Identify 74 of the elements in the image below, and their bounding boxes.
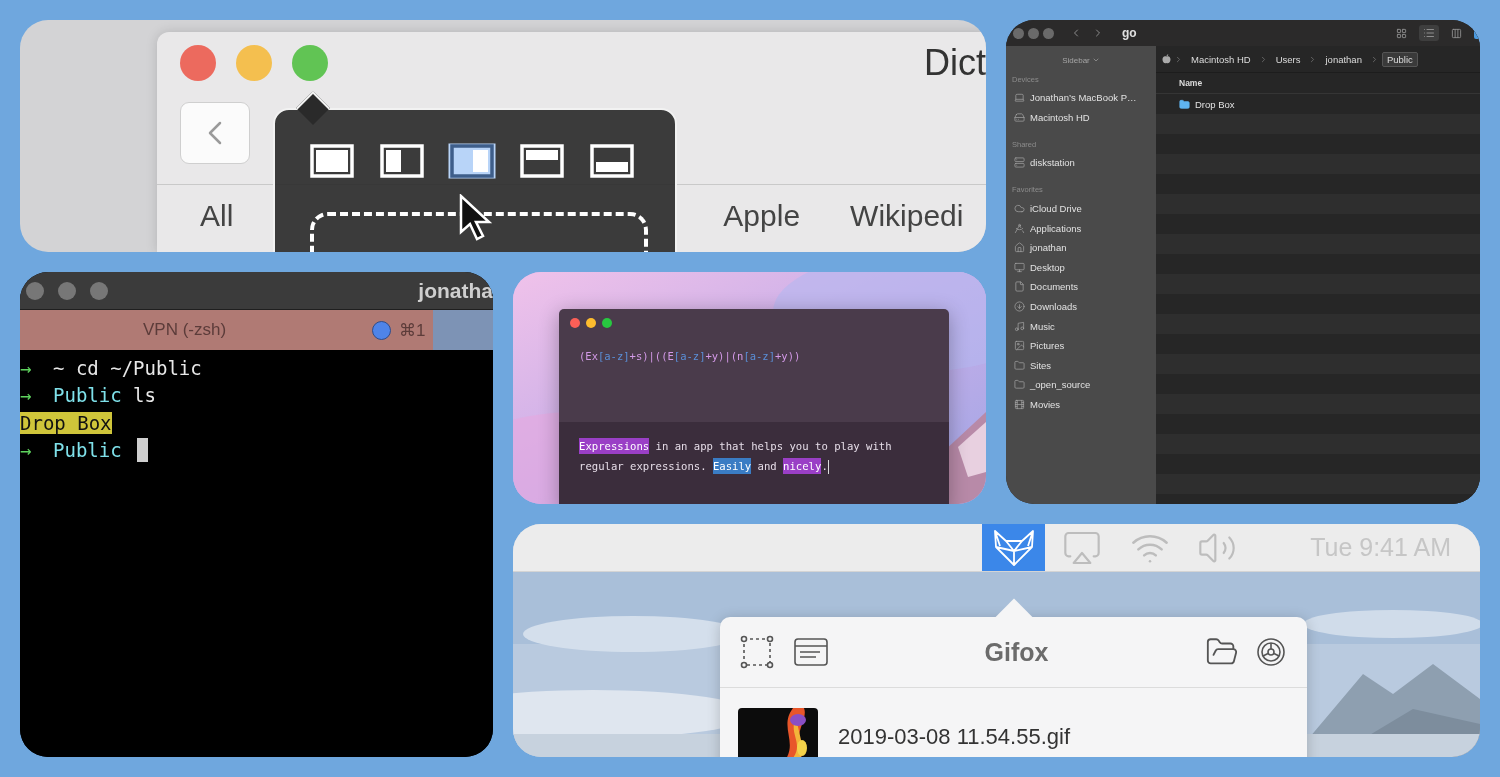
zoom-button[interactable] (90, 281, 108, 300)
path-crumb[interactable]: jonathan (1320, 51, 1367, 67)
music-note-icon (1014, 320, 1025, 332)
zoom-button[interactable] (1043, 27, 1054, 39)
window-layout-icon[interactable] (307, 142, 357, 180)
window-title: jonatha (418, 278, 493, 303)
minimize-button[interactable] (58, 281, 76, 300)
server-icon (1014, 157, 1025, 169)
chevron-down-icon (1091, 56, 1100, 64)
prompt-arrow: → (20, 356, 33, 379)
sidebar-item[interactable]: Macintosh HD (1006, 107, 1156, 128)
window-title: go (1122, 26, 1137, 40)
close-button[interactable] (1013, 27, 1024, 39)
sidebar-item[interactable]: iCloud Drive (1006, 198, 1156, 219)
source-tab[interactable]: Wikipedi (850, 197, 964, 235)
minimize-button[interactable] (1028, 27, 1039, 39)
command-line: Public ls (53, 384, 156, 407)
folder-icon (1014, 379, 1025, 391)
document-icon (1014, 281, 1025, 293)
shortcut-label: ⌘1 (399, 319, 426, 341)
column-view-icon[interactable] (1451, 27, 1462, 39)
path-crumb[interactable]: Users (1270, 51, 1306, 67)
pointer-icon (459, 194, 493, 242)
film-icon (1014, 399, 1025, 410)
list-icon (1423, 27, 1435, 39)
window-layout-icon[interactable] (377, 142, 427, 180)
picture-icon (1014, 340, 1025, 352)
status-dot (372, 320, 391, 340)
close-button[interactable] (26, 281, 44, 300)
sidebar-item[interactable]: Desktop (1006, 257, 1156, 278)
path-crumb[interactable]: Public (1381, 51, 1418, 67)
sidebar-item[interactable]: Music (1006, 316, 1156, 336)
sidebar-item[interactable]: Movies (1006, 394, 1156, 415)
sidebar-header: Sidebar (1062, 55, 1090, 65)
chevron-right-icon (1174, 54, 1183, 64)
close-button[interactable] (570, 318, 580, 328)
prompt-arrow: → (20, 439, 33, 462)
monitor-icon (1014, 261, 1025, 273)
laptop-icon (1014, 92, 1025, 104)
window-layout-icon[interactable] (447, 142, 497, 180)
close-button[interactable] (180, 45, 216, 81)
sidebar-item[interactable]: Jonathan’s MacBook P… (1006, 88, 1156, 108)
compass-icon (1014, 222, 1025, 234)
command-line: Public (53, 439, 123, 462)
grid-view-icon[interactable] (1396, 27, 1407, 39)
cloud-icon (1014, 203, 1025, 215)
house-icon (1014, 242, 1025, 254)
folder-icon (1179, 98, 1190, 110)
column-header[interactable]: Name (1179, 78, 1203, 88)
prompt-arrow: → (20, 384, 33, 407)
file-row[interactable]: Drop Box (1156, 94, 1480, 114)
source-tab[interactable]: Apple (723, 197, 801, 235)
list-view-button[interactable] (1419, 25, 1439, 41)
sidebar-item[interactable]: Sites (1006, 355, 1156, 376)
sidebar-item[interactable]: Pictures (1006, 335, 1156, 356)
regex-pattern[interactable]: (Ex[a-z]+s)|((E[a-z]+y)|(n[a-z]+y)) (579, 350, 949, 362)
zoom-button[interactable] (602, 318, 612, 328)
source-tab[interactable]: All (200, 197, 234, 235)
download-icon (1014, 301, 1025, 313)
sidebar-item[interactable]: jonathan (1006, 237, 1156, 258)
window-layout-icon[interactable] (587, 142, 637, 180)
window-layout-icon[interactable] (517, 142, 567, 180)
sidebar-item[interactable]: Downloads (1006, 296, 1156, 317)
sidebar-item[interactable]: _open_source (1006, 375, 1156, 395)
path-crumb[interactable]: Macintosh HD (1186, 51, 1256, 67)
apple-icon (1162, 54, 1171, 64)
command-line: ~ cd ~/Public (53, 356, 202, 379)
hard-drive-icon (1014, 111, 1025, 123)
minimize-button[interactable] (586, 318, 596, 328)
sidebar-item[interactable]: diskstation (1006, 153, 1156, 173)
folder-icon (1014, 359, 1025, 371)
window-title: Dict (924, 42, 986, 84)
sidebar-item[interactable]: Documents (1006, 277, 1156, 297)
sidebar-item[interactable]: Applications (1006, 218, 1156, 238)
